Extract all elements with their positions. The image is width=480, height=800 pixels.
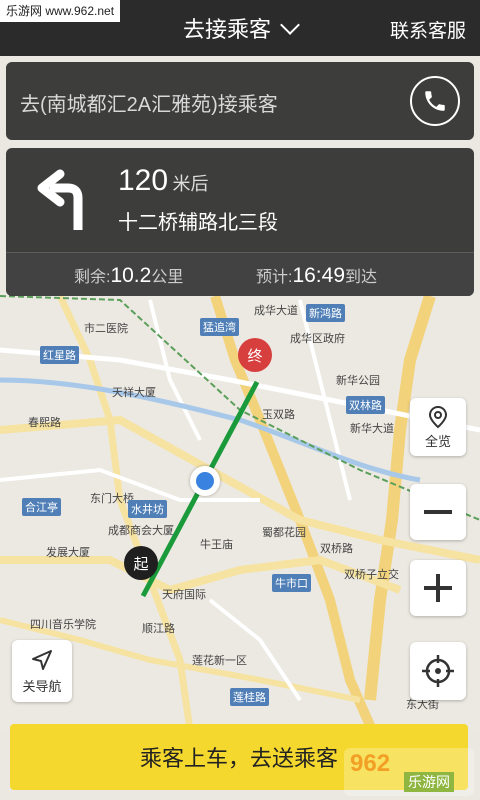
map-label: 新华公园 bbox=[336, 375, 380, 387]
distance-unit: 米后 bbox=[172, 174, 209, 194]
plus-icon bbox=[424, 574, 452, 602]
map-label: 四川音乐学院 bbox=[30, 619, 96, 631]
brand-name: 乐游网 bbox=[404, 772, 454, 792]
trip-summary: 剩余:10.2公里 预计:16:49到达 bbox=[6, 252, 474, 296]
chevron-down-icon bbox=[280, 15, 300, 35]
passenger-aboard-label: 乘客上车，去送乘客 bbox=[139, 746, 338, 771]
map-road-label: 新鸿路 bbox=[306, 304, 345, 322]
eta-label: 预计: bbox=[256, 269, 293, 286]
map-label: 天府国际 bbox=[162, 589, 206, 601]
map-label: 牛王庙 bbox=[200, 539, 233, 551]
map-road-label: 双林路 bbox=[346, 396, 385, 414]
minus-icon bbox=[424, 510, 452, 514]
map-road-label: 猛追湾 bbox=[200, 318, 239, 336]
overview-button[interactable]: 全览 bbox=[410, 398, 466, 456]
map-label: 成华区政府 bbox=[290, 333, 345, 345]
map-road-label: 水井坊 bbox=[128, 500, 167, 518]
brand-number: 962 bbox=[350, 750, 391, 777]
zoom-in-button[interactable] bbox=[410, 560, 466, 616]
navigation-arrow-icon bbox=[32, 649, 52, 670]
crosshair-icon bbox=[422, 655, 454, 687]
locate-button[interactable] bbox=[410, 642, 466, 700]
map-road-label: 莲桂路 bbox=[230, 688, 269, 706]
watermark: 乐游网 www.962.net bbox=[0, 0, 121, 22]
current-location-marker bbox=[190, 466, 220, 496]
zoom-out-button[interactable] bbox=[410, 484, 466, 540]
map-label: 双桥路 bbox=[320, 543, 353, 555]
map-road-label: 牛市口 bbox=[272, 574, 311, 592]
eta-value: 16:49 bbox=[292, 264, 346, 287]
map-label: 市二医院 bbox=[84, 323, 128, 335]
distance-value: 120 bbox=[118, 164, 169, 197]
end-marker[interactable]: 终 bbox=[238, 338, 272, 372]
call-button[interactable] bbox=[410, 76, 460, 126]
map-label: 顺江路 bbox=[142, 623, 175, 635]
destination-text: 去(南城都汇2A汇雅苑)接乘客 bbox=[20, 94, 278, 116]
map-label: 蜀都花园 bbox=[262, 527, 306, 539]
next-road-name: 十二桥辅路北三段 bbox=[118, 212, 278, 234]
navigation-panel: 120 米后 十二桥辅路北三段 剩余:10.2公里 预计:16:49到达 bbox=[6, 148, 474, 296]
map-label: 成华大道 bbox=[254, 305, 298, 317]
map-label: 发展大厦 bbox=[46, 547, 90, 559]
map-label: 双桥子立交 bbox=[344, 569, 399, 581]
map-road-label: 红星路 bbox=[40, 346, 79, 364]
top-bar: 去接乘客 联系客服 乐游网 www.962.net bbox=[0, 0, 480, 56]
next-turn-distance: 120 米后 bbox=[118, 164, 209, 198]
phone-icon bbox=[425, 91, 445, 111]
brand-watermark: 962 乐游网 bbox=[344, 748, 474, 796]
remaining-value: 10.2 bbox=[110, 264, 152, 287]
map-label: 成都商会大厦 bbox=[108, 525, 174, 537]
map-label: 新华大道 bbox=[350, 423, 394, 435]
map-label: 春熙路 bbox=[28, 417, 61, 429]
remaining-distance: 剩余:10.2公里 bbox=[74, 263, 183, 288]
turn-left-arrow-icon bbox=[37, 169, 83, 230]
close-nav-label: 关导航 bbox=[22, 678, 62, 694]
eta-unit: 到达 bbox=[345, 269, 378, 286]
arrival-time: 预计:16:49到达 bbox=[256, 263, 377, 288]
destination-panel: 去(南城都汇2A汇雅苑)接乘客 bbox=[6, 62, 474, 140]
map-road-label: 合江亭 bbox=[22, 498, 61, 516]
remaining-unit: 公里 bbox=[151, 269, 184, 286]
map-label: 莲花新一区 bbox=[192, 655, 247, 667]
map-label: 天祥大厦 bbox=[112, 387, 156, 399]
overview-label: 全览 bbox=[424, 433, 451, 449]
page-title: 去接乘客 bbox=[182, 17, 271, 42]
map-label: 玉双路 bbox=[262, 409, 295, 421]
start-marker[interactable]: 起 bbox=[124, 546, 158, 580]
remaining-label: 剩余: bbox=[74, 269, 111, 286]
location-pin-icon bbox=[428, 405, 448, 428]
contact-service-button[interactable]: 联系客服 bbox=[390, 16, 466, 43]
close-navigation-button[interactable]: 关导航 bbox=[12, 640, 72, 702]
